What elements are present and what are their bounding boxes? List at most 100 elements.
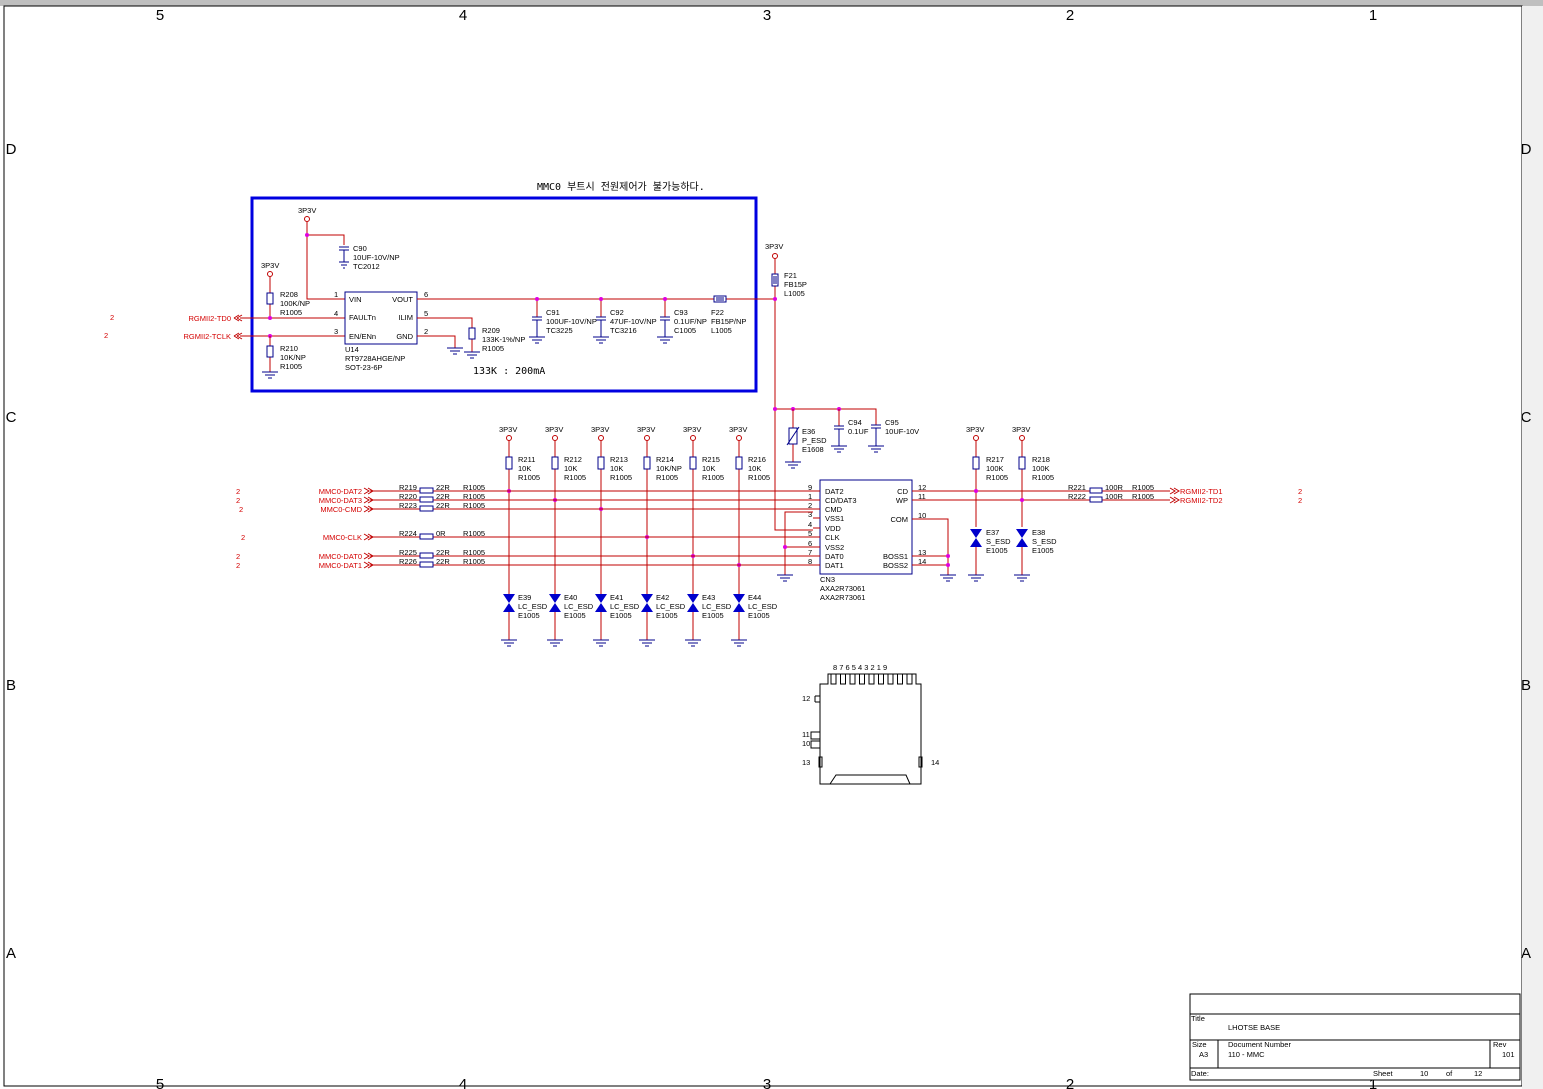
zone-right-B: B [1521,677,1531,694]
series-pkg: R1005 [463,492,485,501]
footprint-pad [887,673,894,685]
esd-diode[interactable] [549,594,561,612]
u14-pin-gnd: GND [396,332,413,341]
cn3-pin-name: BOSS2 [883,561,908,570]
port-rgmii2-tclk-page: 2 [104,331,108,340]
esd-value: LC_ESD [748,602,778,611]
cn3-pin-name: VDD [825,524,841,533]
power-label-pullup: 3P3V [683,425,701,434]
cn3-pin-num: 5 [808,529,812,538]
esd-diode[interactable] [503,594,515,612]
footprint-pad [897,673,903,685]
mmc-port-label[interactable]: MMC0-DAT2 [319,487,362,496]
esd-value: LC_ESD [702,602,732,611]
f22-pkg: L1005 [711,326,732,335]
zone-left-A: A [6,945,16,962]
footprint-pad [840,673,846,685]
esd-ref: E43 [702,593,715,602]
pullup-ref: R215 [702,455,720,464]
cn3-pin-name: DAT1 [825,561,844,570]
mmc-port-label[interactable]: MMC0-DAT0 [319,552,362,561]
e36-value: P_ESD [802,436,827,445]
zone-right-D: D [1521,141,1532,158]
r222-pkg: R1005 [1132,492,1154,501]
port-rgmii2-td2[interactable]: RGMII2-TD2 [1180,496,1223,505]
rev-label: Rev [1493,1040,1507,1049]
pullup-resistor[interactable] [643,456,651,470]
u14-pkg: SOT-23-6P [345,363,383,372]
c95-value: 10UF-10V [885,427,919,436]
cn3-pin-name: VSS2 [825,543,844,552]
pullup-pkg: R1005 [518,473,540,482]
series-value: 22R [436,501,450,510]
zone-top-2: 2 [1066,7,1074,24]
pullup-ref: R216 [748,455,766,464]
decoupling-section: E36 P_ESD E1608 C94 0.1UF C95 10UF-10V [773,407,919,469]
series-resistor[interactable] [419,496,434,503]
series-value: 22R [436,483,450,492]
esd-diode[interactable] [687,594,699,612]
pullup-value: 10K [748,464,761,473]
title-block: Title LHOTSE BASE Size A3 Document Numbe… [1189,993,1521,1081]
zone-right-A: A [1521,945,1531,962]
r217-ref: R217 [986,455,1004,464]
cd-wp-section: 3P3V 3P3V R217 100K R1005 R218 100K R100… [912,425,1302,582]
esd-pkg: E1005 [564,611,586,620]
r210-ref: R210 [280,344,298,353]
power-label-r208: 3P3V [261,261,279,270]
power-switch-box [250,196,758,393]
mmc-port-label[interactable]: MMC0-DAT1 [319,561,362,570]
pullup-resistor[interactable] [689,456,697,470]
of-label: of [1446,1069,1453,1078]
pullup-value: 10K [518,464,531,473]
zone-top-1: 1 [1369,7,1377,24]
series-resistor[interactable] [419,561,434,568]
footprint-pad [878,673,884,685]
ground-symbol [639,639,655,647]
bulk-caps: C91 100UF-10V/NP TC3225 C92 47UF-10V/NP … [529,297,746,344]
esd-diode[interactable] [595,594,607,612]
port-rgmii2-td0[interactable]: RGMII2-TD0 [188,314,231,323]
series-ref: R226 [399,557,417,566]
sd-socket-footprint: 8 7 6 5 4 3 2 1 9 12 11 10 13 14 [802,663,939,785]
mmc-port-label[interactable]: MMC0-CMD [320,505,362,514]
series-resistor[interactable] [419,533,434,540]
port-rgmii2-tclk[interactable]: RGMII2-TCLK [183,332,231,341]
ilim-ratio-note: 133K : 200mA [473,366,545,377]
series-ref: R223 [399,501,417,510]
c92-pkg: TC3216 [610,326,637,335]
cn3-pin-num: 7 [808,548,812,557]
right-margin [1522,6,1543,1089]
f21-value: FB15P [784,280,807,289]
esd-diode[interactable] [733,594,745,612]
cn3-pin-num: 2 [808,501,812,510]
power-label-r218: 3P3V [1012,425,1030,434]
pullup-resistor[interactable] [597,456,605,470]
pullup-resistor[interactable] [551,456,559,470]
junction [305,233,309,237]
mmc-port-page: 2 [239,505,243,514]
esd-pkg: E1005 [610,611,632,620]
e37-ref: E37 [986,528,999,537]
port-rgmii2-td1[interactable]: RGMII2-TD1 [1180,487,1223,496]
r218-value: 100K [1032,464,1050,473]
mmc-port-label[interactable]: MMC0-DAT3 [319,496,362,505]
c91-value: 100UF-10V/NP [546,317,597,326]
series-resistor[interactable] [419,505,434,512]
title-label: Title [1191,1014,1205,1023]
pullup-ref: R212 [564,455,582,464]
series-pkg: R1005 [463,548,485,557]
pullup-resistor[interactable] [735,456,743,470]
e36-ref: E36 [802,427,815,436]
esd-value: LC_ESD [564,602,594,611]
port-rgmii2-td1-page: 2 [1298,487,1302,496]
schematic-canvas: 5 4 3 2 1 5 4 3 2 1 D C B A D C B A MMC0… [0,0,1543,1089]
series-value: 22R [436,557,450,566]
zone-left-C: C [6,409,17,426]
series-resistor[interactable] [419,487,434,494]
pullup-resistor[interactable] [505,456,513,470]
series-resistor[interactable] [419,552,434,559]
esd-diode[interactable] [641,594,653,612]
cn3-part2: AXA2R73061 [820,593,865,602]
mmc-port-label[interactable]: MMC0-CLK [323,533,362,542]
